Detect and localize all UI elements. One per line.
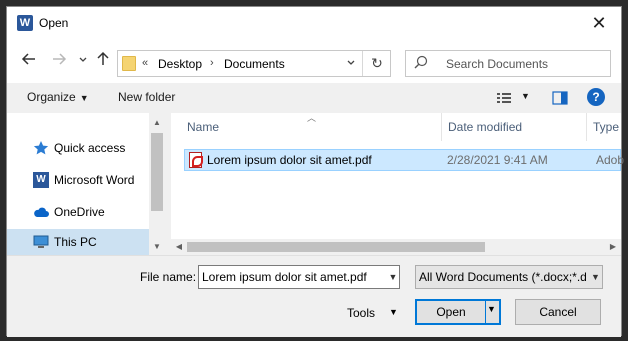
address-bar[interactable]: « Desktop › Documents ↻ xyxy=(117,50,391,77)
star-icon xyxy=(33,141,49,155)
word-icon: W xyxy=(33,172,49,188)
cloud-icon xyxy=(34,207,49,217)
dialog-footer: File name: Lorem ipsum dolor sit amet.pd… xyxy=(7,255,621,337)
up-button[interactable] xyxy=(93,51,113,71)
title-bar: W Open ✕ xyxy=(7,7,621,39)
navigation-pane: Quick access W Microsoft Word OneDrive T… xyxy=(7,113,165,255)
search-icon xyxy=(414,55,428,69)
search-input[interactable]: Search Documents xyxy=(446,57,548,71)
sort-indicator-icon: ︿ xyxy=(307,113,317,123)
open-label: Open xyxy=(436,305,466,319)
sidebar-item-label: This PC xyxy=(54,235,97,249)
scrollbar-thumb[interactable] xyxy=(151,133,163,211)
forward-button[interactable] xyxy=(49,51,69,71)
tools-dropdown-icon[interactable]: ▼ xyxy=(389,307,398,317)
column-header-name[interactable]: Name xyxy=(187,120,219,134)
sidebar-item-onedrive[interactable]: OneDrive xyxy=(7,199,149,225)
file-date-modified: 2/28/2021 9:41 AM xyxy=(447,153,548,167)
file-row[interactable]: Lorem ipsum dolor sit amet.pdf 2/28/2021… xyxy=(184,149,625,171)
file-list-horizontal-scrollbar[interactable]: ◀ ▶ xyxy=(171,239,621,255)
view-options-icon[interactable] xyxy=(495,89,513,107)
scroll-right-arrow-icon[interactable]: ▶ xyxy=(605,239,621,255)
column-header-date-modified[interactable]: Date modified xyxy=(448,120,522,134)
open-button[interactable]: Open ▼ xyxy=(415,299,501,325)
chevron-down-icon xyxy=(79,57,87,62)
scroll-up-arrow-icon[interactable]: ▲ xyxy=(149,115,165,131)
scroll-down-arrow-icon[interactable]: ▼ xyxy=(149,239,165,255)
caret-down-icon: ▼ xyxy=(79,93,89,103)
organize-label: Organize xyxy=(27,90,76,104)
pdf-icon xyxy=(189,152,203,168)
breadcrumb-desktop[interactable]: Desktop xyxy=(158,57,202,71)
file-name-dropdown[interactable]: ▼ xyxy=(387,266,399,288)
navigation-bar: « Desktop › Documents ↻ Search Documents xyxy=(7,39,621,83)
open-options-dropdown[interactable]: ▼ xyxy=(487,304,496,314)
new-folder-button[interactable]: New folder xyxy=(118,90,175,104)
sidebar-item-quick-access[interactable]: Quick access xyxy=(7,135,149,161)
file-name: Lorem ipsum dolor sit amet.pdf xyxy=(207,153,372,167)
address-dropdown[interactable] xyxy=(346,58,356,71)
computer-icon xyxy=(33,235,49,248)
file-type-filter[interactable]: All Word Documents (*.docx;*.d xyxy=(415,265,603,289)
help-icon[interactable]: ? xyxy=(587,88,605,106)
column-divider[interactable] xyxy=(441,113,442,141)
sidebar-item-this-pc[interactable]: This PC xyxy=(7,229,149,255)
breadcrumb-separator[interactable]: › xyxy=(210,57,214,69)
preview-pane-icon[interactable] xyxy=(551,89,569,107)
file-name-field[interactable]: Lorem ipsum dolor sit amet.pdf xyxy=(198,265,400,289)
column-header-type[interactable]: Type xyxy=(593,120,619,134)
back-button[interactable] xyxy=(19,51,39,71)
dialog-title: Open xyxy=(39,16,69,30)
sidebar-item-label: Quick access xyxy=(54,141,126,155)
sidebar-item-label: OneDrive xyxy=(54,205,105,219)
sidebar-item-microsoft-word[interactable]: W Microsoft Word xyxy=(7,167,149,193)
forward-arrow-icon xyxy=(53,53,67,65)
open-split-divider xyxy=(485,301,486,323)
address-divider xyxy=(362,51,363,76)
scrollbar-thumb[interactable] xyxy=(187,242,485,252)
sidebar-scrollbar[interactable]: ▲ ▼ xyxy=(149,113,165,255)
refresh-button[interactable]: ↻ xyxy=(368,54,386,72)
tools-button[interactable]: Tools xyxy=(347,306,375,320)
breadcrumb-overflow[interactable]: « xyxy=(142,57,148,69)
scroll-left-arrow-icon[interactable]: ◀ xyxy=(171,239,187,255)
file-name-label: File name: xyxy=(140,270,197,284)
open-dialog: W Open ✕ « Desktop › Documents ↻ Search … xyxy=(6,6,625,337)
up-arrow-icon xyxy=(97,51,109,65)
folder-icon xyxy=(122,56,136,71)
chevron-down-icon[interactable]: ▼ xyxy=(591,266,601,288)
file-list: ︿ Name Date modified Type Lorem ipsum do… xyxy=(171,113,625,255)
column-divider[interactable] xyxy=(586,113,587,141)
view-options-dropdown[interactable]: ▼ xyxy=(521,91,530,101)
close-button[interactable]: ✕ xyxy=(587,11,611,35)
search-box[interactable]: Search Documents xyxy=(405,50,611,77)
back-arrow-icon xyxy=(21,53,35,65)
chevron-down-icon xyxy=(347,60,355,65)
word-icon: W xyxy=(17,15,33,31)
column-headers: ︿ Name Date modified Type xyxy=(171,113,621,141)
breadcrumb-documents[interactable]: Documents xyxy=(224,57,285,71)
recent-locations-button[interactable] xyxy=(73,51,93,71)
file-type: Adob xyxy=(596,153,625,167)
organize-button[interactable]: Organize ▼ xyxy=(27,90,89,104)
sidebar-item-label: Microsoft Word xyxy=(54,173,135,187)
cancel-button[interactable]: Cancel xyxy=(515,299,601,325)
command-bar: Organize ▼ New folder ▼ ? xyxy=(7,83,621,113)
